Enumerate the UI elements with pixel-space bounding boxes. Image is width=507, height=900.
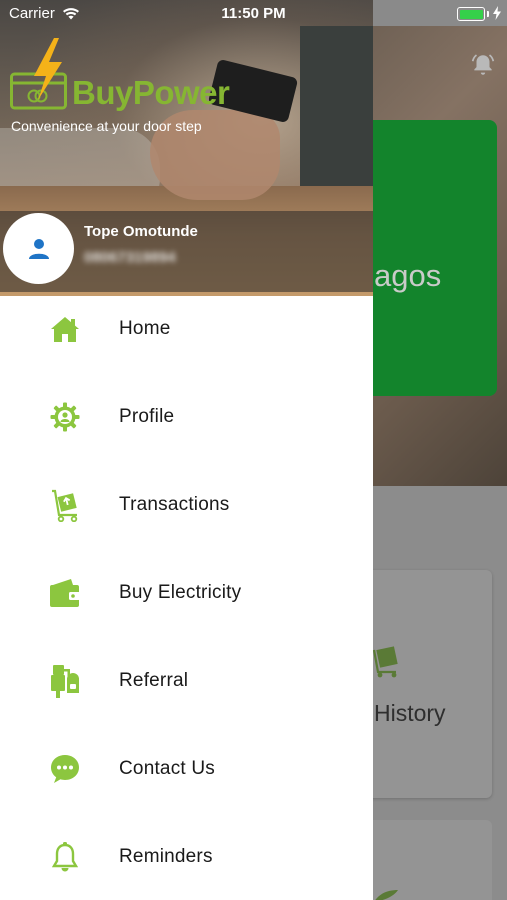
menu-label-transactions: Transactions: [119, 494, 230, 515]
background-history-label: History: [374, 700, 446, 726]
user-icon: [28, 238, 49, 259]
history-trolley-icon: [372, 646, 398, 678]
menu-item-profile[interactable]: Profile: [0, 373, 373, 461]
status-bar: Carrier 11:50 PM: [0, 0, 507, 26]
background-hero-text: agos: [374, 258, 442, 293]
profile-gear-icon: [49, 401, 81, 433]
battery-icon: [457, 7, 485, 21]
menu-item-buy-electricity[interactable]: Buy Electricity: [0, 549, 373, 637]
notification-bell-icon[interactable]: [470, 52, 496, 78]
bell-icon: [49, 841, 81, 873]
menu-item-transactions[interactable]: Transactions: [0, 461, 373, 549]
menu-label-referral: Referral: [119, 670, 189, 691]
menu-label-buy-electricity: Buy Electricity: [119, 582, 242, 603]
user-phone: 08067319894: [84, 249, 176, 266]
referral-mailbox-icon: [49, 665, 81, 698]
menu-item-home[interactable]: Home: [0, 285, 373, 373]
brand-tagline: Convenience at your door step: [11, 118, 202, 134]
brand-name: BuyPower: [72, 74, 230, 111]
menu-item-reminders[interactable]: Reminders: [0, 813, 373, 900]
menu-label-reminders: Reminders: [119, 846, 213, 867]
home-icon: [49, 313, 81, 345]
user-name: Tope Omotunde: [84, 223, 198, 240]
menu-label-home: Home: [119, 318, 171, 339]
status-time: 11:50 PM: [221, 5, 286, 22]
transactions-trolley-icon: [49, 489, 81, 522]
charging-bolt-icon: [493, 6, 501, 20]
menu-item-contact-us[interactable]: Contact Us: [0, 725, 373, 813]
avatar[interactable]: [3, 213, 74, 284]
chat-bubble-icon: [49, 753, 81, 785]
leaf-icon: [375, 890, 398, 900]
menu-label-contact-us: Contact Us: [119, 758, 215, 779]
wallet-icon: [49, 577, 81, 609]
menu-item-referral[interactable]: Referral: [0, 637, 373, 725]
menu-label-profile: Profile: [119, 406, 175, 427]
navigation-drawer: BuyPower Convenience at your door step T…: [0, 0, 373, 900]
background-history-card[interactable]: [360, 570, 492, 798]
buypower-logo-icon: [10, 38, 67, 110]
